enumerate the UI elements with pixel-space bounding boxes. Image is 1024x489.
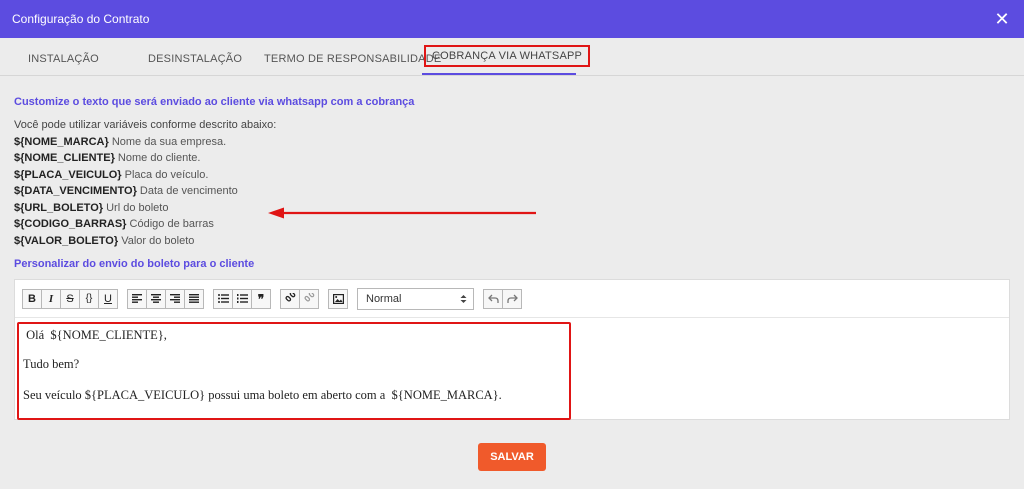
align-left-icon [132,294,142,303]
variable-item: ${NOME_MARCA} Nome da sua empresa. [14,134,1010,151]
media-group [328,288,348,309]
tab-instalacao[interactable]: INSTALAÇÃO [12,53,132,75]
select-arrows-icon [460,294,467,303]
bullet-list-button[interactable] [213,288,233,309]
image-button[interactable] [328,288,348,309]
format-group: B I S {} U [22,288,118,309]
close-icon[interactable]: ✕ [992,10,1012,28]
active-tab-underline [422,73,576,75]
numbered-list-button[interactable] [232,288,252,309]
variable-name: ${URL_BOLETO} [14,201,104,214]
blockquote-button[interactable]: ❞ [251,288,271,309]
tab-termo-responsabilidade[interactable]: TERMO DE RESPONSABILIDADE [248,53,441,75]
align-right-button[interactable] [165,288,185,309]
link-button[interactable] [280,288,300,309]
selected-format: Normal [366,292,402,305]
editor-line: Olá ${NOME_CLIENTE}, [23,328,167,342]
modal-title: Configuração do Contrato [12,12,150,26]
tab-cobranca-whatsapp[interactable]: COBRANÇA VIA WHATSAPP [422,45,591,75]
save-button[interactable]: SALVAR [478,443,546,471]
redo-icon [506,294,518,303]
variable-desc: Nome do cliente. [117,152,201,164]
history-group [483,288,522,309]
numbered-list-icon [236,294,248,303]
undo-button[interactable] [483,288,503,309]
align-left-button[interactable] [127,288,147,309]
undo-icon [487,294,499,303]
tab-content: Customize o texto que será enviado ao cl… [0,96,1024,471]
redo-button[interactable] [502,288,522,309]
variable-desc: Placa do veículo. [124,168,209,181]
image-icon [332,293,344,304]
annotation-arrow-icon [268,207,536,219]
variable-name: ${PLACA_VEICULO} [14,168,122,181]
list-group: ❞ [213,288,271,309]
text-format-select[interactable]: Normal [357,287,474,310]
variable-desc: Valor do boleto [121,234,195,247]
align-center-icon [151,294,161,303]
strikethrough-button[interactable]: S [60,288,80,309]
variables-list: ${NOME_MARCA} Nome da sua empresa. ${NOM… [14,134,1010,250]
variable-desc: Url do boleto [106,201,169,214]
underline-button[interactable]: U [98,288,118,309]
variable-name: ${NOME_CLIENTE} [14,152,115,164]
tab-highlight-box: COBRANÇA VIA WHATSAPP [424,45,591,67]
tab-desinstalacao[interactable]: DESINSTALAÇÃO [132,53,248,75]
italic-button[interactable]: I [41,288,61,309]
section-title-custom: Personalizar do envio do boleto para o c… [14,258,255,270]
variable-item: ${VALOR_BOLETO} Valor do boleto [14,233,1010,250]
link-icon [284,293,295,302]
unlink-button[interactable] [299,288,319,309]
variable-item: ${DATA_VENCIMENTO} Data de vencimento [14,183,1010,200]
variable-name: ${DATA_VENCIMENTO} [14,185,137,197]
align-justify-button[interactable] [184,288,204,309]
unlink-icon [303,293,314,302]
editor-line: Tudo bem? [23,357,80,371]
modal-footer: SALVAR [14,443,1010,471]
variable-item: ${NOME_CLIENTE} Nome do cliente. [14,150,1010,167]
code-button[interactable]: {} [79,288,99,309]
link-group [280,288,319,309]
modal-header: Configuração do Contrato ✕ [0,0,1024,38]
intro-text: Você pode utilizar variáveis conforme de… [14,119,277,131]
variable-desc: Data de vencimento [139,185,238,197]
variable-name: ${CODIGO_BARRAS} [14,218,127,230]
align-justify-icon [189,294,199,303]
variable-item: ${PLACA_VEICULO} Placa do veículo. [14,167,1010,184]
editor-toolbar: B I S {} U ❞ Normal [15,280,1009,318]
bullet-list-icon [217,294,229,303]
bold-button[interactable]: B [22,288,42,309]
tab-bar: INSTALAÇÃO DESINSTALAÇÃO TERMO DE RESPON… [0,38,1024,76]
variable-desc: Código de barras [129,218,214,230]
contract-config-modal: Configuração do Contrato ✕ INSTALAÇÃO DE… [0,0,1024,489]
align-center-button[interactable] [146,288,166,309]
variable-name: ${VALOR_BOLETO} [14,234,119,247]
section-title: Customize o texto que será enviado ao cl… [14,96,415,108]
variable-name: ${NOME_MARCA} [14,135,109,148]
editor-body[interactable]: Olá ${NOME_CLIENTE}, Tudo bem? Seu veícu… [15,318,1009,420]
tab-label: COBRANÇA VIA WHATSAPP [432,50,583,62]
align-right-icon [170,294,180,303]
rich-text-editor: B I S {} U ❞ Normal Olá ${NOME_CLIENTE},… [14,279,1010,420]
align-group [127,288,204,309]
editor-line: Seu veículo ${PLACA_VEICULO} possui uma … [23,388,502,402]
variable-desc: Nome da sua empresa. [111,135,227,148]
